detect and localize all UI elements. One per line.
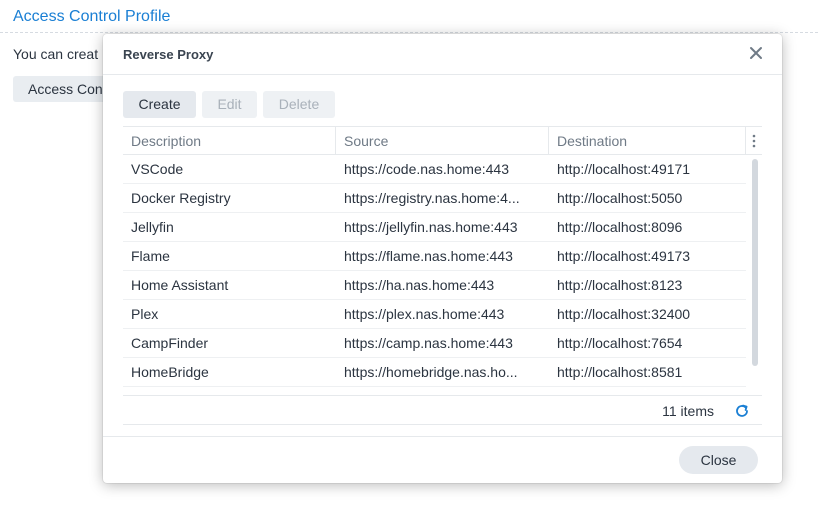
toolbar: Create Edit Delete [123,91,335,118]
cell-description: Docker Registry [131,190,231,206]
delete-button[interactable]: Delete [263,91,335,118]
cell-source: https://flame.nas.home:443 [344,248,513,264]
cell-description: HomeBridge [131,364,209,380]
dialog-header: Reverse Proxy [103,34,782,75]
table-header: Description Source Destination [123,126,762,155]
table-scrollbar[interactable] [752,159,758,366]
reverse-proxy-dialog: Reverse Proxy Create Edit Delete Descrip… [103,34,782,483]
table-footer: 11 items [123,395,762,425]
cell-destination: http://localhost:5050 [557,190,683,206]
table-row[interactable]: Docker Registry https://registry.nas.hom… [123,184,746,213]
cell-destination: http://localhost:8581 [557,364,683,380]
cell-description: Flame [131,248,170,264]
table-row[interactable]: Flame https://flame.nas.home:443 http://… [123,242,746,271]
table-row[interactable]: Plex https://plex.nas.home:443 http://lo… [123,300,746,329]
cell-destination: http://localhost:32400 [557,306,691,322]
cell-destination: http://localhost:8096 [557,219,683,235]
refresh-icon[interactable] [734,403,750,419]
dialog-title: Reverse Proxy [123,47,214,62]
table-row[interactable]: Jellyfin https://jellyfin.nas.home:443 h… [123,213,746,242]
edit-button[interactable]: Edit [202,91,257,118]
cell-source: https://registry.nas.home:4... [344,190,520,206]
proxy-rules-table: Description Source Destination VSCode ht… [123,126,762,425]
cell-source: https://ha.nas.home:443 [344,277,495,293]
cell-description: Plex [131,306,159,322]
cell-description: VSCode [131,161,184,177]
cell-destination: http://localhost:49171 [557,161,691,177]
column-header-description[interactable]: Description [123,127,336,155]
table-row[interactable]: HomeBridge https://homebridge.nas.ho... … [123,358,746,387]
vertical-ellipsis-icon[interactable] [746,127,762,155]
close-icon[interactable] [748,45,764,61]
create-button[interactable]: Create [123,91,196,118]
table-row[interactable]: Home Assistant https://ha.nas.home:443 h… [123,271,746,300]
cell-source: https://homebridge.nas.ho... [344,364,518,380]
page-title[interactable]: Access Control Profile [13,8,170,26]
cell-destination: http://localhost:8123 [557,277,683,293]
table-row[interactable]: VSCode https://code.nas.home:443 http://… [123,155,746,184]
column-header-destination[interactable]: Destination [549,127,746,155]
close-button[interactable]: Close [679,446,758,474]
cell-description: Jellyfin [131,219,174,235]
table-body: VSCode https://code.nas.home:443 http://… [123,155,746,387]
table-row[interactable]: CampFinder https://camp.nas.home:443 htt… [123,329,746,358]
item-count: 11 items [662,403,714,419]
cell-description: CampFinder [131,335,209,351]
cell-source: https://code.nas.home:443 [344,161,509,177]
cell-source: https://jellyfin.nas.home:443 [344,219,518,235]
cell-source: https://camp.nas.home:443 [344,335,513,351]
dialog-footer-divider [103,436,782,437]
column-header-source[interactable]: Source [336,127,549,155]
cell-destination: http://localhost:7654 [557,335,683,351]
cell-description: Home Assistant [131,277,229,293]
divider [0,32,818,33]
page-description: You can creat [13,46,99,62]
cell-destination: http://localhost:49173 [557,248,691,264]
cell-source: https://plex.nas.home:443 [344,306,505,322]
